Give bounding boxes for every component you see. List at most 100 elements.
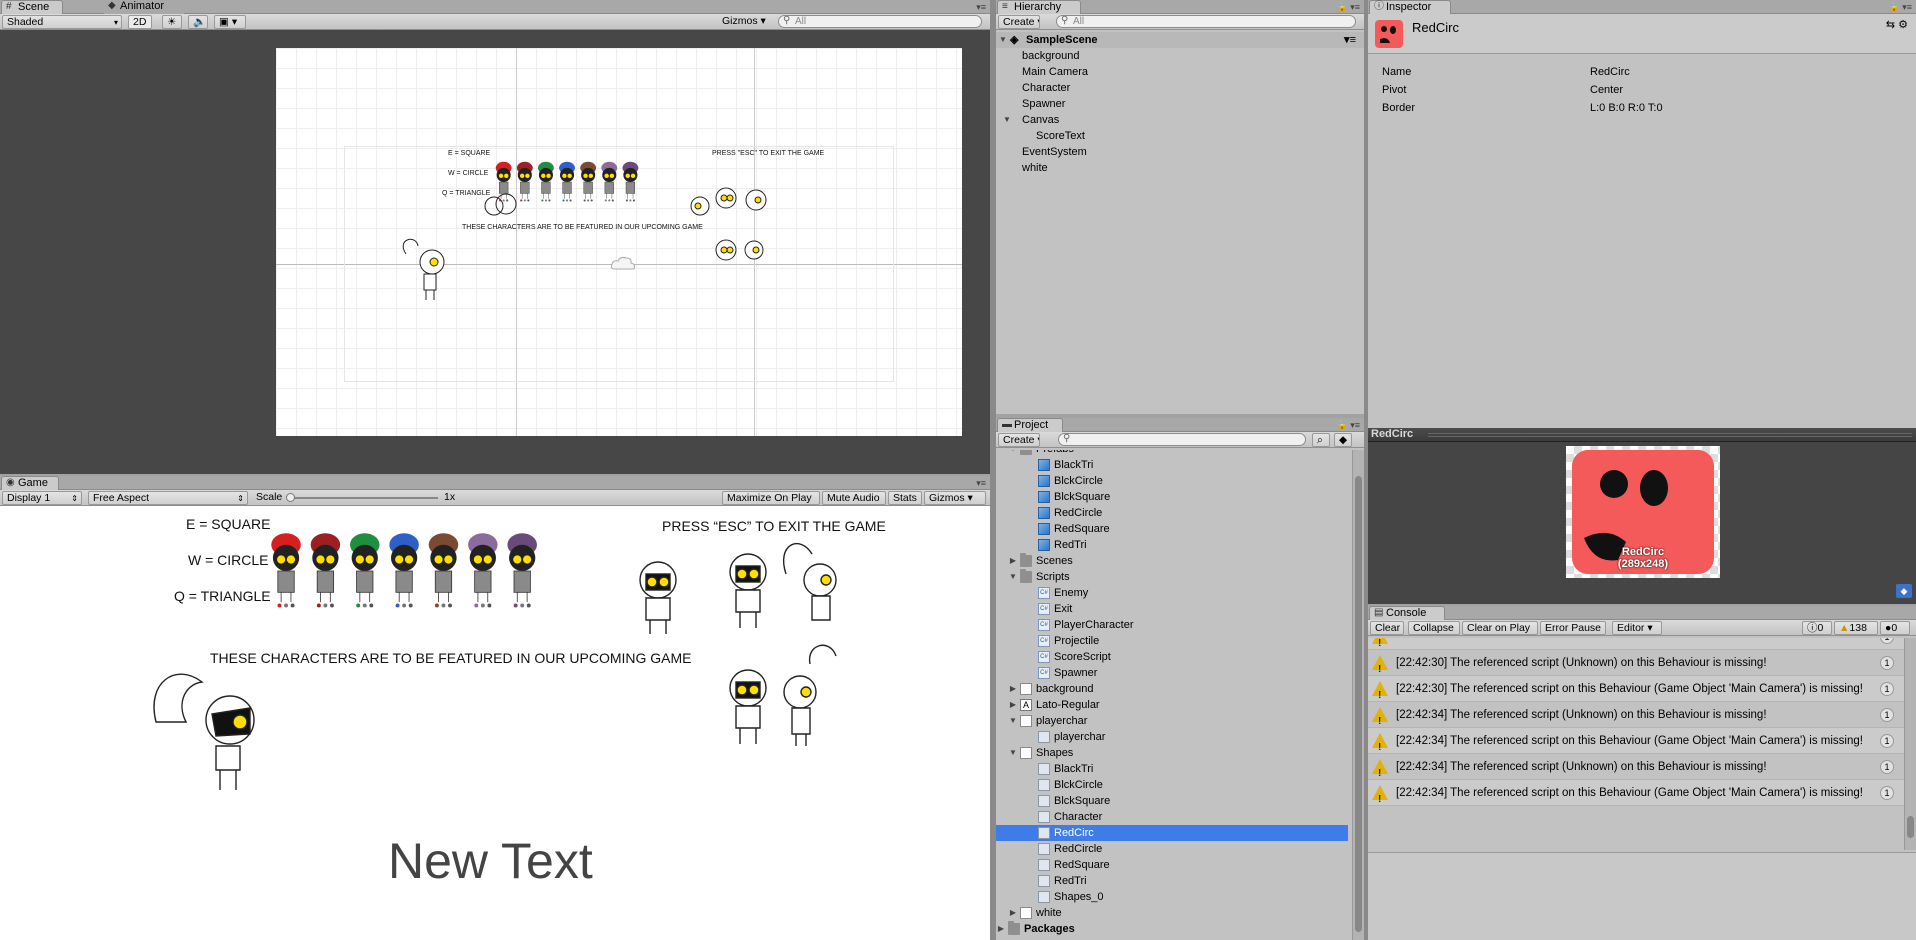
hierarchy-item[interactable]: Character — [996, 80, 1364, 96]
project-item[interactable]: RedSquare — [996, 521, 1348, 537]
console-message[interactable]: [22:42:34] The referenced script on this… — [1368, 728, 1904, 754]
project-item[interactable]: ▼ Shapes — [996, 745, 1348, 761]
expand-arrow-icon[interactable]: ▼ — [998, 32, 1008, 48]
2d-toggle[interactable]: 2D — [128, 15, 152, 29]
error-count-toggle[interactable]: ●0 — [1880, 621, 1910, 635]
project-item[interactable]: BlackTri — [996, 457, 1348, 473]
project-item[interactable]: RedCircle — [996, 505, 1348, 521]
console-scrollbar-thumb[interactable] — [1907, 816, 1914, 838]
tab-scene[interactable]: # Scene — [1, 0, 63, 15]
hierarchy-item[interactable]: ▼ Canvas — [996, 112, 1364, 128]
project-item[interactable]: ▶ white — [996, 905, 1348, 921]
console-message[interactable]: [22:42:30] The referenced script on this… — [1368, 676, 1904, 702]
tab-project[interactable]: ▬ Project — [997, 418, 1063, 433]
project-search-input[interactable] — [1058, 433, 1306, 446]
panel-divider[interactable] — [1364, 0, 1368, 940]
project-create-button[interactable]: Create ▾ — [998, 433, 1040, 447]
lighting-toggle-icon[interactable]: ☀ — [162, 15, 182, 29]
display-dropdown[interactable]: Display 1 ⇕ — [2, 491, 82, 505]
search-by-type-icon[interactable]: ⌕ — [1312, 433, 1330, 447]
console-message[interactable]: [22:42:34] The referenced script (Unknow… — [1368, 754, 1904, 780]
project-item[interactable]: ▶ background — [996, 681, 1348, 697]
expand-arrow-icon[interactable]: ▼ — [1002, 112, 1012, 128]
asset-label-icon[interactable]: ◆ — [1896, 584, 1912, 598]
project-item[interactable]: ▼ playerchar — [996, 713, 1348, 729]
project-item[interactable]: RedTri — [996, 537, 1348, 553]
project-item[interactable]: C# Exit — [996, 601, 1348, 617]
project-item[interactable]: BlackTri — [996, 761, 1348, 777]
expand-arrow-icon[interactable]: ▶ — [1008, 681, 1018, 697]
scene-menu-icon[interactable]: ▾≡ — [1344, 32, 1356, 48]
search-by-label-icon[interactable]: ◆ — [1334, 433, 1352, 447]
panel-menu-icon[interactable]: 🔒 ▾≡ — [1337, 420, 1360, 431]
project-item[interactable]: BlckCircle — [996, 777, 1348, 793]
shading-dropdown[interactable]: Shaded ▾ — [2, 15, 122, 29]
project-item[interactable]: C# ScoreScript — [996, 649, 1348, 665]
stats-toggle[interactable]: Stats — [888, 491, 922, 505]
tab-animator[interactable]: ◆ Animator — [104, 0, 184, 15]
hierarchy-search-input[interactable]: All — [1056, 15, 1356, 28]
hierarchy-item[interactable]: background — [996, 48, 1364, 64]
effects-dropdown-icon[interactable]: ▣ ▾ — [214, 15, 246, 29]
maximize-on-play-toggle[interactable]: Maximize On Play — [722, 491, 820, 505]
collapse-arrow-icon[interactable]: ▼ — [1008, 569, 1018, 585]
gizmos-dropdown[interactable]: Gizmos ▾ — [718, 15, 770, 29]
game-gizmos-dropdown[interactable]: Gizmos ▾ — [924, 491, 986, 505]
collapse-toggle[interactable]: Collapse — [1408, 621, 1460, 635]
console-message[interactable]: [22:42:30] The referenced script (Unknow… — [1368, 650, 1904, 676]
game-view[interactable]: E = SQUARE W = CIRCLE Q = TRIANGLE PRESS… — [0, 506, 990, 940]
scene-search-input[interactable]: All — [778, 15, 982, 28]
project-item-selected[interactable]: RedCirc — [996, 825, 1348, 841]
console-message[interactable]: [22:42:34] The referenced script (Unknow… — [1368, 702, 1904, 728]
project-item[interactable]: RedCircle — [996, 841, 1348, 857]
hierarchy-item[interactable]: EventSystem — [996, 144, 1364, 160]
project-item[interactable]: RedTri — [996, 873, 1348, 889]
editor-dropdown[interactable]: Editor ▾ — [1612, 621, 1662, 635]
aspect-dropdown[interactable]: Free Aspect ⇕ — [88, 491, 248, 505]
project-item[interactable]: BlckSquare — [996, 489, 1348, 505]
console-scrollbar[interactable] — [1904, 638, 1916, 850]
collapse-arrow-icon[interactable]: ▼ — [1008, 713, 1018, 729]
panel-divider[interactable] — [990, 0, 996, 940]
scene-canvas[interactable]: E = SQUARE W = CIRCLE Q = TRIANGLE PRESS… — [276, 48, 962, 436]
project-item[interactable]: RedSquare — [996, 857, 1348, 873]
warning-count-toggle[interactable]: ▲138 — [1834, 621, 1878, 635]
console-message[interactable]: [22:42:34] The referenced script on this… — [1368, 780, 1904, 806]
lock-icon[interactable]: 🔒 ▾≡ — [1889, 2, 1912, 13]
expand-arrow-icon[interactable]: ▶ — [1008, 553, 1018, 569]
hierarchy-item[interactable]: white — [996, 160, 1364, 176]
clear-on-play-toggle[interactable]: Clear on Play — [1462, 621, 1538, 635]
tab-hierarchy[interactable]: ≡ Hierarchy — [997, 0, 1081, 15]
panel-menu-icon[interactable]: ▾≡ — [976, 478, 986, 489]
scale-slider-knob[interactable] — [286, 493, 295, 502]
project-item[interactable]: Shapes_0 — [996, 889, 1348, 905]
console-message-partial[interactable]: 1 — [1368, 638, 1904, 650]
hierarchy-create-button[interactable]: Create ▾ — [998, 15, 1040, 29]
mute-audio-toggle[interactable]: Mute Audio — [822, 491, 886, 505]
error-pause-toggle[interactable]: Error Pause — [1540, 621, 1606, 635]
scale-slider[interactable] — [286, 493, 438, 502]
panel-menu-icon[interactable]: ▾≡ — [976, 2, 986, 13]
expand-arrow-icon[interactable]: ▶ — [996, 921, 1006, 937]
hierarchy-item[interactable]: ScoreText — [996, 128, 1364, 144]
preview-resize-grip[interactable] — [1428, 433, 1912, 437]
expand-arrow-icon[interactable]: ▶ — [1008, 697, 1018, 713]
audio-toggle-icon[interactable]: 🔈 — [188, 15, 208, 29]
project-item[interactable]: C# PlayerCharacter — [996, 617, 1348, 633]
collapse-arrow-icon[interactable]: ▼ — [1008, 450, 1018, 457]
project-item[interactable]: Character — [996, 809, 1348, 825]
project-item[interactable]: C# Spawner — [996, 665, 1348, 681]
clear-button[interactable]: Clear — [1370, 621, 1404, 635]
project-item[interactable]: C# Enemy — [996, 585, 1348, 601]
expand-arrow-icon[interactable]: ▶ — [1008, 905, 1018, 921]
hierarchy-item[interactable]: Main Camera — [996, 64, 1364, 80]
info-count-toggle[interactable]: ⓘ0 — [1802, 621, 1832, 635]
project-item[interactable]: ▶ A Lato-Regular — [996, 697, 1348, 713]
tab-game[interactable]: ◉ Game — [1, 476, 59, 491]
project-item[interactable]: ▼ Scripts — [996, 569, 1348, 585]
project-scrollbar-thumb[interactable] — [1355, 476, 1362, 932]
tab-console[interactable]: ▤ Console — [1369, 606, 1445, 621]
project-item[interactable]: ▶ Scenes — [996, 553, 1348, 569]
project-item[interactable]: playerchar — [996, 729, 1348, 745]
project-item[interactable]: C# Projectile — [996, 633, 1348, 649]
